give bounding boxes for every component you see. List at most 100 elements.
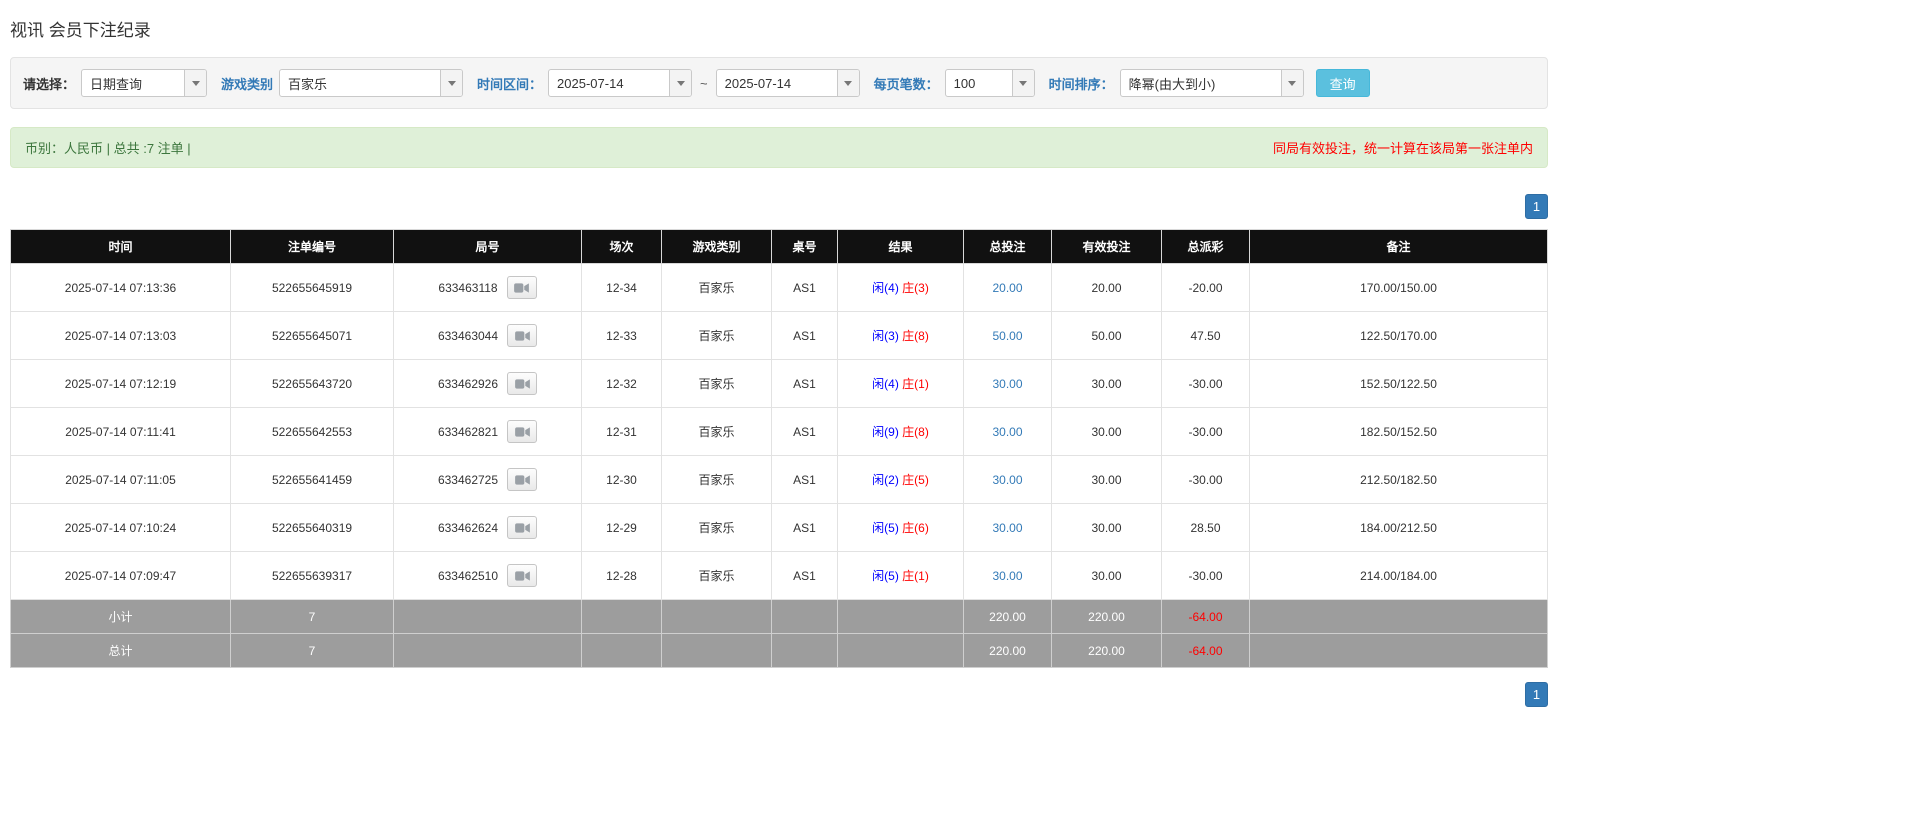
payout-cell: -30.00	[1161, 551, 1250, 600]
result-player: 闲(3)	[872, 329, 899, 343]
header-bet-no: 注单编号	[230, 229, 394, 264]
payout-cell: -30.00	[1161, 455, 1250, 504]
remark-cell: 170.00/150.00	[1249, 263, 1548, 312]
round-no-text: 633462821	[437, 424, 499, 439]
total-bet-cell: 30.00	[963, 455, 1052, 504]
result-banker: 庄(5)	[902, 473, 929, 487]
date-range-separator: ~	[700, 75, 708, 91]
query-button[interactable]: 查询	[1315, 69, 1370, 97]
game-type-cell: 百家乐	[661, 407, 772, 456]
bet-no-cell: 522655642553	[230, 407, 394, 456]
video-icon	[514, 282, 529, 293]
time-cell: 2025-07-14 07:13:36	[10, 263, 231, 312]
bet-no-cell: 522655645071	[230, 311, 394, 360]
table-body: 2025-07-14 07:13:36 522655645919 633463118…	[10, 263, 1548, 600]
round-no-wrap: 633463044	[437, 324, 538, 347]
game-type-cell: 百家乐	[661, 455, 772, 504]
table-no-cell: AS1	[771, 359, 838, 408]
subtotal-count: 7	[230, 599, 394, 634]
page-title: 视讯 会员下注纪录	[10, 21, 151, 40]
game-type-cell: 百家乐	[661, 359, 772, 408]
round-no-text: 633463044	[437, 328, 499, 343]
replay-video-button[interactable]	[507, 564, 538, 587]
query-mode-value: 日期查询	[90, 76, 143, 92]
query-mode-select[interactable]: 日期查询	[81, 69, 208, 97]
header-remark: 备注	[1249, 229, 1548, 264]
select-label: 请选择：	[23, 76, 76, 92]
result-cell: 闲(4) 庄(3)	[837, 263, 964, 312]
replay-video-button[interactable]	[507, 324, 538, 347]
table-no-cell: AS1	[771, 551, 838, 600]
replay-video-button[interactable]	[507, 468, 538, 491]
chevron-down-icon[interactable]	[669, 70, 692, 96]
pagination-page-1[interactable]: 1	[1525, 682, 1548, 707]
total-total-bet: 220.00	[963, 633, 1052, 668]
table-row: 2025-07-14 07:09:47 522655639317 633462510…	[10, 551, 1548, 600]
chevron-down-icon[interactable]	[1011, 70, 1034, 96]
date-to-select[interactable]: 2025-07-14	[715, 69, 860, 97]
notice-bar: 币别：人民币 | 总共 :7 注单 | 同局有效投注，统一计算在该局第一张注单内	[10, 127, 1548, 168]
round-no-cell: 633463118	[393, 263, 582, 312]
time-cell: 2025-07-14 07:10:24	[10, 503, 231, 552]
table-row: 2025-07-14 07:11:05 522655641459 633462725…	[10, 455, 1548, 504]
total-valid-bet: 220.00	[1051, 633, 1162, 668]
chevron-down-icon[interactable]	[836, 70, 859, 96]
total-bet-cell: 30.00	[963, 407, 1052, 456]
total-bet-cell: 30.00	[963, 551, 1052, 600]
pagination-page-1[interactable]: 1	[1525, 194, 1548, 219]
table-no-cell: AS1	[771, 503, 838, 552]
total-bet-link[interactable]: 50.00	[992, 329, 1022, 343]
round-no-wrap: 633463118	[438, 276, 537, 299]
date-range-label: 时间区间：	[477, 76, 543, 92]
game-type-select[interactable]: 百家乐	[279, 69, 464, 97]
result-cell: 闲(4) 庄(1)	[837, 359, 964, 408]
result-player: 闲(9)	[872, 425, 899, 439]
date-from-select[interactable]: 2025-07-14	[548, 69, 693, 97]
total-bet-link[interactable]: 30.00	[992, 377, 1022, 391]
valid-bet-cell: 50.00	[1051, 311, 1162, 360]
total-bet-link[interactable]: 20.00	[992, 281, 1022, 295]
bet-records-table: 时间 注单编号 局号 场次 游戏类别 桌号 结果 总投注 有效投注 总派彩 备注…	[10, 229, 1548, 668]
total-bet-link[interactable]: 30.00	[992, 569, 1022, 583]
header-payout: 总派彩	[1161, 229, 1250, 264]
header-session: 场次	[581, 229, 662, 264]
video-icon	[514, 426, 530, 437]
empty-cell	[393, 599, 582, 634]
empty-cell	[661, 599, 772, 634]
bet-no-cell: 522655643720	[230, 359, 394, 408]
total-bet-link[interactable]: 30.00	[992, 521, 1022, 535]
chevron-down-icon[interactable]	[440, 70, 463, 96]
replay-video-button[interactable]	[507, 516, 538, 539]
table-header: 时间 注单编号 局号 场次 游戏类别 桌号 结果 总投注 有效投注 总派彩 备注	[10, 229, 1548, 264]
time-sort-select[interactable]: 降幂(由大到小)	[1119, 69, 1304, 97]
replay-video-button[interactable]	[507, 372, 538, 395]
game-type-cell: 百家乐	[661, 263, 772, 312]
subtotal-payout: -64.00	[1161, 599, 1250, 634]
game-type-cell: 百家乐	[661, 311, 772, 360]
table-row: 2025-07-14 07:13:03 522655645071 633463044…	[10, 311, 1548, 360]
total-bet-link[interactable]: 30.00	[992, 425, 1022, 439]
replay-video-button[interactable]	[507, 420, 538, 443]
chevron-down-icon[interactable]	[1280, 70, 1303, 96]
replay-video-button[interactable]	[506, 276, 537, 299]
subtotal-valid-bet: 220.00	[1051, 599, 1162, 634]
bet-no-cell: 522655645919	[230, 263, 394, 312]
payout-cell: -20.00	[1161, 263, 1250, 312]
empty-cell	[393, 633, 582, 668]
round-no-cell: 633462926	[393, 359, 582, 408]
result-cell: 闲(5) 庄(1)	[837, 551, 964, 600]
time-cell: 2025-07-14 07:11:41	[10, 407, 231, 456]
empty-cell	[1249, 599, 1548, 634]
header-table-no: 桌号	[771, 229, 838, 264]
empty-cell	[581, 599, 662, 634]
result-cell: 闲(3) 庄(8)	[837, 311, 964, 360]
date-from-value: 2025-07-14	[557, 75, 624, 91]
result-player: 闲(4)	[872, 281, 899, 295]
per-page-select[interactable]: 100	[944, 69, 1035, 97]
total-bet-link[interactable]: 30.00	[992, 473, 1022, 487]
table-row: 2025-07-14 07:11:41 522655642553 633462821…	[10, 407, 1548, 456]
chevron-down-icon[interactable]	[184, 70, 207, 96]
round-no-cell: 633462821	[393, 407, 582, 456]
payout-cell: -30.00	[1161, 359, 1250, 408]
table-no-cell: AS1	[771, 311, 838, 360]
